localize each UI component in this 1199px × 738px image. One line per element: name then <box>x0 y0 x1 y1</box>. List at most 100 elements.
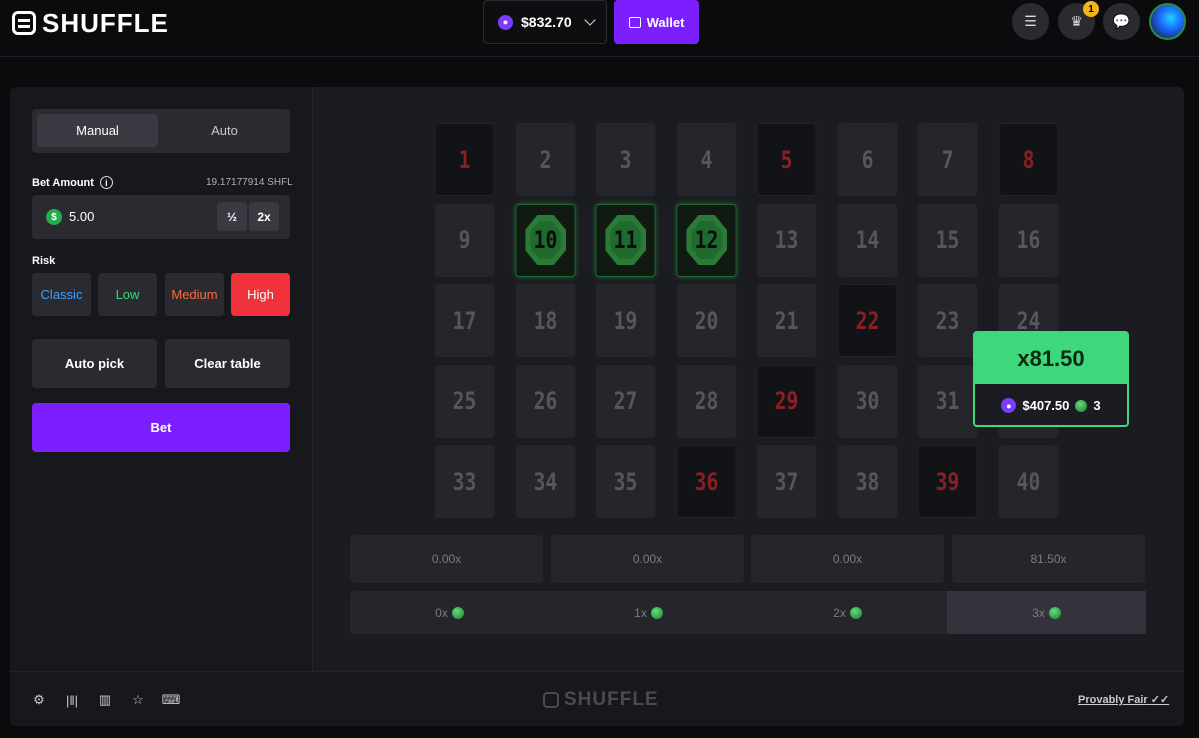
keno-tile[interactable]: 36 <box>676 445 736 518</box>
coin-icon: ● <box>1001 398 1017 413</box>
keno-tile-number: 28 <box>694 387 718 415</box>
keno-tile[interactable]: 12 <box>676 203 736 277</box>
risk-classic-button[interactable]: Classic <box>32 273 91 316</box>
keno-tile[interactable]: 29 <box>756 364 817 438</box>
keno-tile-number: 39 <box>935 467 960 496</box>
keno-tile[interactable]: 1 <box>434 123 495 196</box>
keno-tile[interactable]: 22 <box>837 284 897 357</box>
balance-selector[interactable]: ● $832.70 <box>483 0 607 44</box>
gem-icon <box>650 606 663 619</box>
keno-tile[interactable]: 28 <box>676 364 736 438</box>
gem-icon <box>849 606 862 619</box>
gem-icon <box>1048 606 1061 619</box>
keno-tile[interactable]: 2 <box>515 123 575 196</box>
keno-tile-number: 8 <box>1022 145 1034 174</box>
keno-tile[interactable]: 8 <box>998 123 1058 196</box>
chevron-down-icon <box>583 14 596 26</box>
keno-tile[interactable]: 26 <box>515 364 575 438</box>
wallet-label: Wallet <box>646 14 685 30</box>
keno-tile-number: 16 <box>1016 226 1040 254</box>
half-button[interactable]: ½ <box>217 202 247 231</box>
keno-tile[interactable]: 17 <box>434 284 495 357</box>
game-frame: Manual Auto Bet Amount i 19.17177914 SHF… <box>10 87 1184 726</box>
keno-tile[interactable]: 23 <box>917 284 978 357</box>
avatar[interactable] <box>1149 3 1186 40</box>
shuffle-logo[interactable]: SHUFFLE <box>12 8 169 38</box>
keno-tile-number: 5 <box>780 145 793 174</box>
keno-tile[interactable]: 21 <box>756 284 817 357</box>
keno-tile[interactable]: 35 <box>595 445 656 518</box>
keno-tile[interactable]: 27 <box>595 364 656 438</box>
keno-tile[interactable]: 13 <box>756 203 817 277</box>
keno-tile-number: 10 <box>533 226 557 254</box>
keno-tile[interactable]: 11 <box>595 203 656 277</box>
keno-tile-number: 37 <box>774 467 799 496</box>
keno-tile-number: 19 <box>613 306 638 335</box>
keno-tile[interactable]: 38 <box>837 445 897 518</box>
keno-tile-number: 35 <box>613 467 638 496</box>
keno-board: 4039383736353433323130292827262524232221… <box>313 87 1184 671</box>
risk-low-button[interactable]: Low <box>98 273 157 316</box>
keno-tile[interactable]: 30 <box>837 364 897 438</box>
bet-amount-label: Bet Amount <box>32 176 94 189</box>
star-icon[interactable]: ☆ <box>130 692 146 708</box>
keno-tile[interactable]: 6 <box>837 123 897 196</box>
keno-tile[interactable]: 3 <box>595 123 656 196</box>
clear-table-button[interactable]: Clear table <box>165 339 290 388</box>
keno-tile-number: 30 <box>855 387 879 415</box>
wallet-button[interactable]: Wallet <box>614 0 699 44</box>
keno-tile-number: 23 <box>935 306 960 335</box>
risk-medium-button[interactable]: Medium <box>165 273 224 316</box>
result-payout: $407.50 <box>1022 398 1070 413</box>
keno-tile[interactable]: 18 <box>515 284 575 357</box>
keno-tile[interactable]: 37 <box>756 445 817 518</box>
keno-tile[interactable]: 31 <box>917 364 978 438</box>
keno-tile[interactable]: 5 <box>756 123 817 196</box>
info-icon[interactable]: i <box>99 176 113 189</box>
notification-badge: 1 <box>1083 1 1099 17</box>
keno-tile-number: 4 <box>700 145 712 174</box>
bet-currency-balance: 19.17177914 SHFL <box>206 177 293 188</box>
bet-amount-value[interactable]: 5.00 <box>69 209 94 224</box>
theatre-mode-icon[interactable]: |‖| <box>64 692 80 708</box>
keno-tile[interactable]: 4 <box>676 123 736 196</box>
keno-tile[interactable]: 9 <box>434 203 495 277</box>
keno-tile-number: 6 <box>861 145 873 174</box>
result-popup: x81.50 ● $407.50 3 <box>973 331 1129 427</box>
keno-tile[interactable]: 16 <box>998 203 1058 277</box>
top-bar: SHUFFLE ● $832.70 Wallet ☰ ♛ 1 💬 <box>0 0 1199 57</box>
hits-label: 1x <box>634 605 647 620</box>
provably-fair-link[interactable]: Provably Fair ✓✓ <box>1078 693 1169 706</box>
provably-fair-label: Provably Fair <box>1078 694 1148 706</box>
keno-tile[interactable]: 40 <box>998 445 1058 518</box>
bet-button[interactable]: Bet <box>32 403 290 452</box>
tab-auto[interactable]: Auto <box>164 114 285 147</box>
chat-button[interactable]: 💬 <box>1103 3 1140 40</box>
keno-tile[interactable]: 20 <box>676 284 736 357</box>
keno-tile[interactable]: 19 <box>595 284 656 357</box>
settings-icon[interactable]: ⚙ <box>31 692 47 708</box>
keno-tile[interactable]: 39 <box>917 445 978 518</box>
keno-tile[interactable]: 25 <box>434 364 495 438</box>
keno-tile-number: 12 <box>694 226 718 254</box>
tab-manual[interactable]: Manual <box>37 114 158 147</box>
keno-tile-number: 20 <box>694 306 718 335</box>
bets-list-button[interactable]: ☰ <box>1012 3 1049 40</box>
mode-tabs: Manual Auto <box>32 109 290 153</box>
keno-tile[interactable]: 33 <box>434 445 495 518</box>
keno-tile[interactable]: 15 <box>917 203 978 277</box>
keno-tile[interactable]: 14 <box>837 203 897 277</box>
payout-cell: 0.00x <box>551 535 744 583</box>
vip-button[interactable]: ♛ 1 <box>1058 1 1099 40</box>
keno-tile[interactable]: 7 <box>917 123 978 196</box>
double-button[interactable]: 2x <box>249 202 279 231</box>
stats-icon[interactable]: ▥ <box>97 692 113 708</box>
risk-high-button[interactable]: High <box>231 273 290 316</box>
keno-tile[interactable]: 34 <box>515 445 575 518</box>
auto-pick-button[interactable]: Auto pick <box>32 339 157 388</box>
bet-amount-field[interactable]: $ 5.00 ½ 2x <box>32 195 290 239</box>
keno-tile-number: 34 <box>533 467 557 496</box>
keno-tile-number: 38 <box>855 467 879 496</box>
keno-tile[interactable]: 10 <box>515 203 575 277</box>
keyboard-icon[interactable]: ⌨ <box>162 692 181 708</box>
